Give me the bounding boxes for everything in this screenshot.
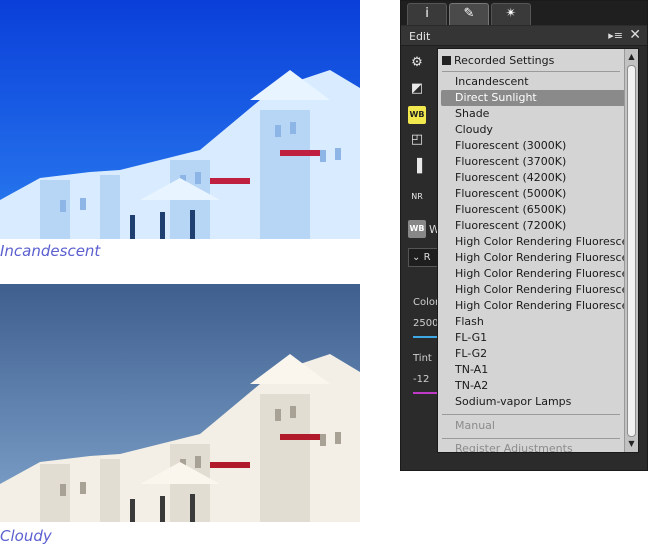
preset-item[interactable]: Shade (438, 106, 625, 122)
preset-item[interactable]: Fluorescent (3700K) (438, 154, 625, 170)
edit-pencil-icon: ✎ (463, 6, 475, 21)
dropdown-scrollbar[interactable]: ▲ ▼ (624, 49, 638, 452)
magic-wand-icon: ✴ (505, 6, 517, 21)
preset-item[interactable]: Fluorescent (4200K) (438, 170, 625, 186)
preset-item[interactable]: Flash (438, 314, 625, 330)
preset-item[interactable]: Cloudy (438, 122, 625, 138)
preset-item[interactable]: TN-A2 (438, 378, 625, 394)
wb-select-value: R (423, 252, 431, 263)
edit-title: Edit (409, 30, 431, 43)
preset-item[interactable]: High Color Rendering Fluoresce... (438, 250, 625, 266)
preset-item[interactable]: Fluorescent (7200K) (438, 218, 625, 234)
tint-slider[interactable] (413, 392, 437, 394)
tab-retouch[interactable]: ✴ (491, 3, 531, 25)
exposure-icon[interactable]: ◩ (408, 80, 426, 98)
contrast-icon[interactable]: ▐ (408, 158, 426, 176)
separator (442, 71, 620, 72)
color-temp-value[interactable]: 2500 (413, 318, 438, 329)
scroll-up-icon[interactable]: ▲ (625, 51, 638, 63)
caption-cloudy: Cloudy (0, 527, 52, 545)
tint-value[interactable]: -12 (413, 374, 429, 385)
manual-item: Manual (455, 419, 495, 432)
recorded-settings-label: Recorded Settings (454, 54, 555, 67)
levels-icon[interactable]: ◰ (408, 131, 426, 149)
preset-list: Incandescent Direct Sunlight Shade Cloudy Fl… (438, 74, 625, 410)
preset-item[interactable]: Fluorescent (6500K) (438, 202, 625, 218)
preset-item[interactable]: Fluorescent (3000K) (438, 138, 625, 154)
recorded-settings-item[interactable]: Recorded Settings (442, 53, 554, 69)
chevron-down-icon: ⌄ (412, 252, 421, 263)
preset-item[interactable]: FL-G1 (438, 330, 625, 346)
color-temp-label: Color (413, 297, 440, 308)
panel-tab-bar: i ✎ ✴ (401, 1, 647, 25)
checkbox-icon (442, 56, 451, 65)
panel-menu-icon[interactable]: ▸≡ (608, 29, 623, 42)
cloudy-photo (0, 284, 360, 522)
noise-reduction-icon[interactable]: NR (408, 188, 426, 206)
tab-edit[interactable]: ✎ (449, 3, 489, 25)
preset-item[interactable]: High Color Rendering Fluoresce... (438, 266, 625, 282)
preset-item[interactable]: Fluorescent (5000K) (438, 186, 625, 202)
preset-item[interactable]: FL-G2 (438, 346, 625, 362)
preset-item[interactable]: High Color Rendering Fluoresce... (438, 234, 625, 250)
preset-item[interactable]: TN-A1 (438, 362, 625, 378)
preset-item[interactable]: High Color Rendering Fluoresce... (438, 298, 625, 314)
white-balance-section-icon: WB (408, 220, 426, 238)
gear-icon[interactable]: ⚙ (408, 54, 426, 72)
separator (442, 438, 620, 439)
wb-mode-select[interactable]: ⌄ R (408, 248, 440, 267)
color-temp-slider[interactable] (413, 336, 437, 338)
info-icon: i (425, 6, 429, 21)
incandescent-photo (0, 0, 360, 239)
white-balance-icon[interactable]: WB (408, 106, 426, 124)
edit-header: Edit ▸≡ ✕ (401, 26, 647, 46)
separator (442, 414, 620, 415)
wb-preset-dropdown: Recorded Settings Incandescent Direct Sun… (437, 48, 639, 453)
register-adjustments-item: Register Adjustments (455, 442, 573, 453)
scrollbar-thumb[interactable] (627, 65, 636, 437)
caption-incandescent: Incandescent (0, 242, 101, 260)
preset-item[interactable]: High Color Rendering Fluoresce... (438, 282, 625, 298)
tab-info[interactable]: i (407, 3, 447, 25)
close-icon[interactable]: ✕ (629, 27, 641, 43)
preset-item[interactable]: Sodium-vapor Lamps (438, 394, 625, 410)
tint-label: Tint (413, 353, 432, 364)
preset-item[interactable]: Direct Sunlight (441, 90, 625, 106)
preset-item[interactable]: Incandescent (438, 74, 625, 90)
scroll-down-icon[interactable]: ▼ (625, 438, 638, 450)
